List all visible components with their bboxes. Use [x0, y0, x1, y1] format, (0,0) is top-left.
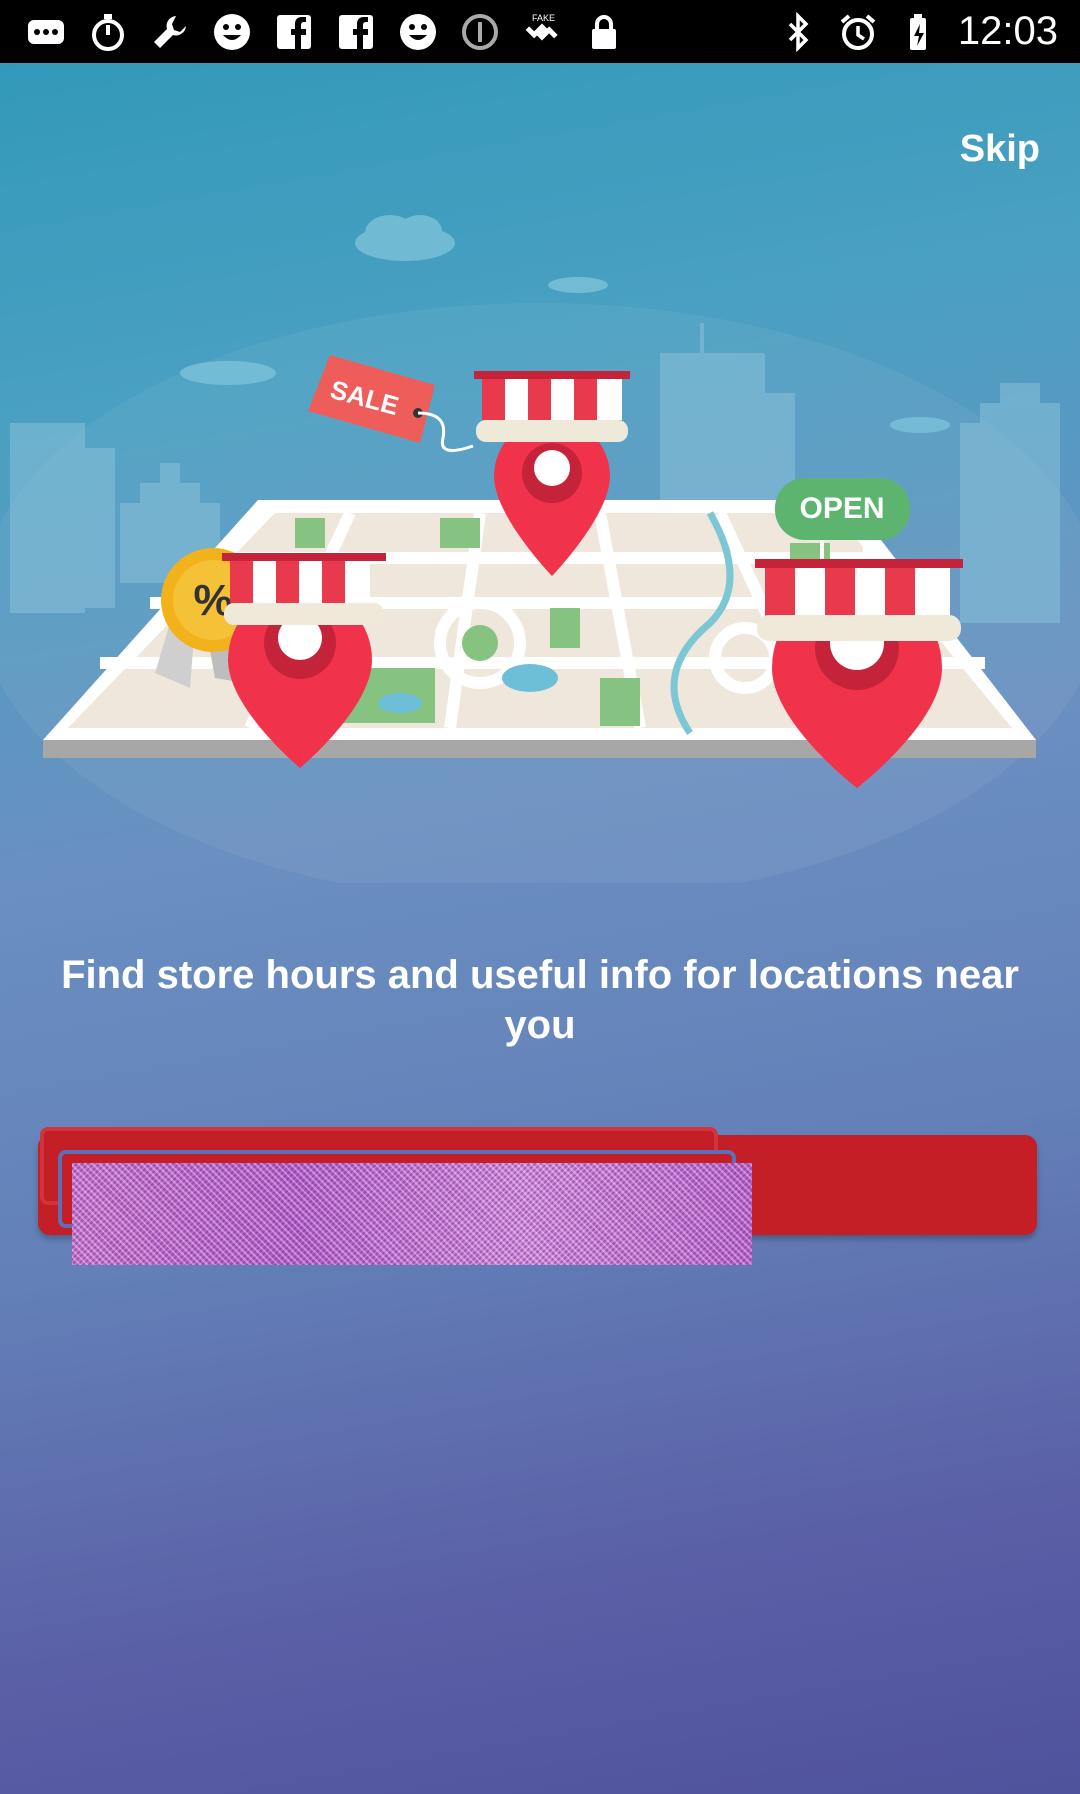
cta-container [38, 1125, 1038, 1265]
smiley-icon [398, 12, 438, 52]
onboarding-headline: Find store hours and useful info for loc… [61, 953, 1019, 1047]
stopwatch-icon [88, 12, 128, 52]
battery-charging-icon [898, 12, 938, 52]
facebook-icon [274, 12, 314, 52]
status-bar: FAKE 12:03 [0, 0, 1080, 63]
fake-gps-icon: FAKE [522, 12, 562, 52]
wrench-icon [150, 12, 190, 52]
facebook-icon [336, 12, 376, 52]
open-sign-text: OPEN [799, 492, 884, 525]
bluetooth-icon [778, 11, 818, 52]
info-icon [460, 12, 500, 52]
smiley-icon [212, 12, 252, 52]
city-map-illustration: SALE OPEN % [0, 215, 1080, 883]
cta-label-redacted [72, 1163, 752, 1265]
chat-bubble-icon [26, 12, 66, 52]
svg-text:FAKE: FAKE [532, 13, 555, 23]
lock-icon [584, 12, 624, 52]
alarm-icon [838, 12, 878, 52]
system-icons: 12:03 [778, 9, 1080, 54]
notification-icons: FAKE [0, 12, 624, 52]
status-time: 12:03 [957, 9, 1058, 53]
